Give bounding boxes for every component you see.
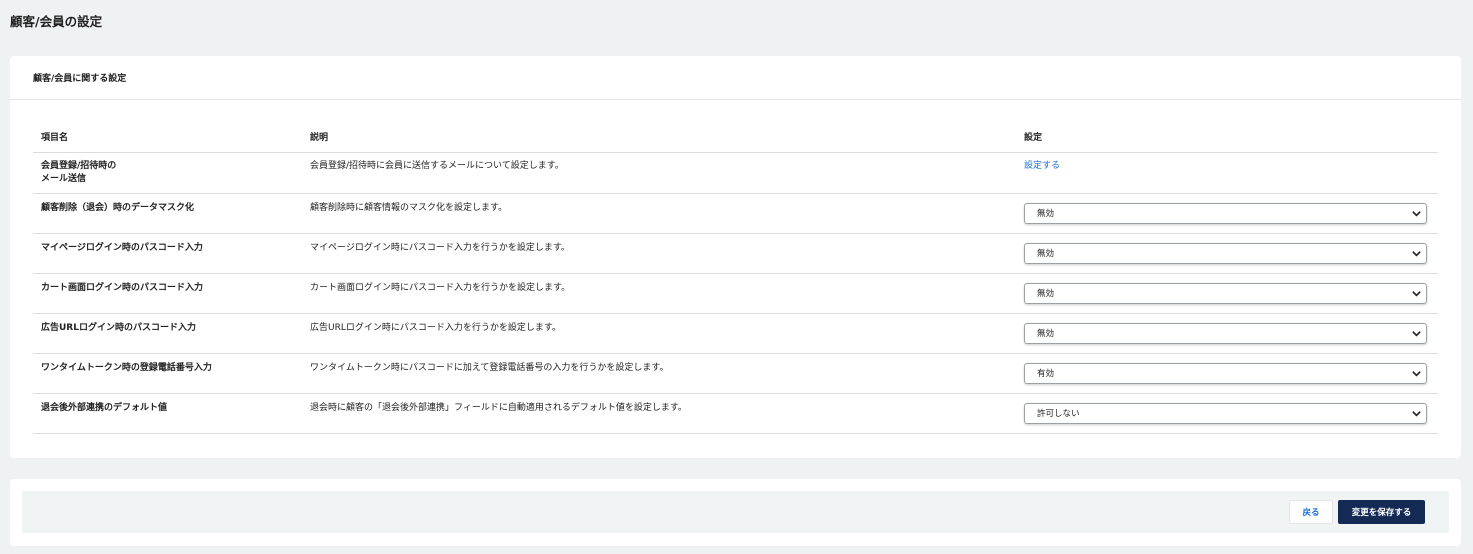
row-name: ワンタイムトークン時の登録電話番号入力: [41, 363, 212, 373]
table-row: 顧客削除（退会）時のデータマスク化 顧客削除時に顧客情報のマスク化を設定します。…: [33, 194, 1438, 234]
table-row: カート画面ログイン時のパスコード入力 カート画面ログイン時にパスコード入力を行う…: [33, 274, 1438, 314]
row-name-line1: 会員登録/招待時の: [41, 161, 117, 171]
row-name: 会員登録/招待時の メール送信: [41, 160, 116, 186]
row-description: カート画面ログイン時にパスコード入力を行うかを設定します。: [310, 283, 571, 293]
row-name: 広告URLログイン時のパスコード入力: [41, 323, 196, 333]
select-value: 無効: [1037, 249, 1055, 259]
mypage-passcode-select[interactable]: 無効: [1024, 243, 1427, 264]
save-button[interactable]: 変更を保存する: [1338, 500, 1425, 524]
chevron-down-icon: [1412, 371, 1421, 377]
select-value: 有効: [1037, 369, 1055, 379]
table-row: 退会後外部連携のデフォルト値 退会時に顧客の「退会後外部連携」フィールドに自動適…: [33, 394, 1438, 434]
chevron-down-icon: [1412, 291, 1421, 297]
row-description: 会員登録/招待時に会員に送信するメールについて設定します。: [310, 161, 564, 171]
back-button[interactable]: 戻る: [1289, 500, 1333, 524]
configure-link[interactable]: 設定する: [1024, 160, 1060, 173]
row-description: 顧客削除時に顧客情報のマスク化を設定します。: [310, 203, 508, 213]
cart-passcode-select[interactable]: 無効: [1024, 283, 1427, 304]
select-value: 無効: [1037, 289, 1055, 299]
column-header-description: 説明: [310, 133, 329, 143]
row-name: カート画面ログイン時のパスコード入力: [41, 283, 204, 293]
page-title: 顧客/会員の設定: [10, 14, 103, 29]
card-title: 顧客/会員に関する設定: [10, 56, 1461, 100]
row-description: 広告URLログイン時にパスコード入力を行うかを設定します。: [310, 323, 561, 333]
row-description: 退会時に顧客の「退会後外部連携」フィールドに自動適用されるデフォルト値を設定しま…: [310, 403, 687, 413]
chevron-down-icon: [1412, 411, 1421, 417]
settings-table: 項目名 説明 設定 会員登録/招待時の メール送信 会員登録/招待時に会員に送信…: [33, 128, 1438, 434]
table-row: 会員登録/招待時の メール送信 会員登録/招待時に会員に送信するメールについて設…: [33, 153, 1438, 194]
chevron-down-icon: [1412, 251, 1421, 257]
chevron-down-icon: [1412, 331, 1421, 337]
withdrawal-external-link-select[interactable]: 許可しない: [1024, 403, 1427, 424]
row-name: 退会後外部連携のデフォルト値: [41, 403, 168, 413]
ad-url-passcode-select[interactable]: 無効: [1024, 323, 1427, 344]
data-mask-select[interactable]: 無効: [1024, 203, 1427, 224]
column-header-name: 項目名: [41, 133, 69, 143]
select-value: 無効: [1037, 329, 1055, 339]
row-name: マイページログイン時のパスコード入力: [41, 243, 203, 253]
onetime-phone-select[interactable]: 有効: [1024, 363, 1427, 384]
footer-actions: 戻る 変更を保存する: [22, 491, 1449, 533]
settings-card: 顧客/会員に関する設定 項目名 説明 設定 会員登録/招待時の メール送信 会員…: [10, 56, 1461, 458]
select-value: 無効: [1037, 209, 1055, 219]
table-row: マイページログイン時のパスコード入力 マイページログイン時にパスコード入力を行う…: [33, 234, 1438, 274]
chevron-down-icon: [1412, 211, 1421, 217]
footer-bar: 戻る 変更を保存する: [10, 479, 1461, 546]
row-description: ワンタイムトークン時にパスコードに加えて登録電話番号の入力を行うかを設定します。: [310, 363, 669, 373]
table-row: 広告URLログイン時のパスコード入力 広告URLログイン時にパスコード入力を行う…: [33, 314, 1438, 354]
select-value: 許可しない: [1037, 409, 1080, 419]
row-description: マイページログイン時にパスコード入力を行うかを設定します。: [310, 243, 570, 253]
row-name-line2: メール送信: [41, 174, 87, 184]
table-header-row: 項目名 説明 設定: [33, 128, 1438, 153]
column-header-setting: 設定: [1024, 133, 1043, 143]
table-row: ワンタイムトークン時の登録電話番号入力 ワンタイムトークン時にパスコードに加えて…: [33, 354, 1438, 394]
row-name: 顧客削除（退会）時のデータマスク化: [41, 203, 195, 213]
